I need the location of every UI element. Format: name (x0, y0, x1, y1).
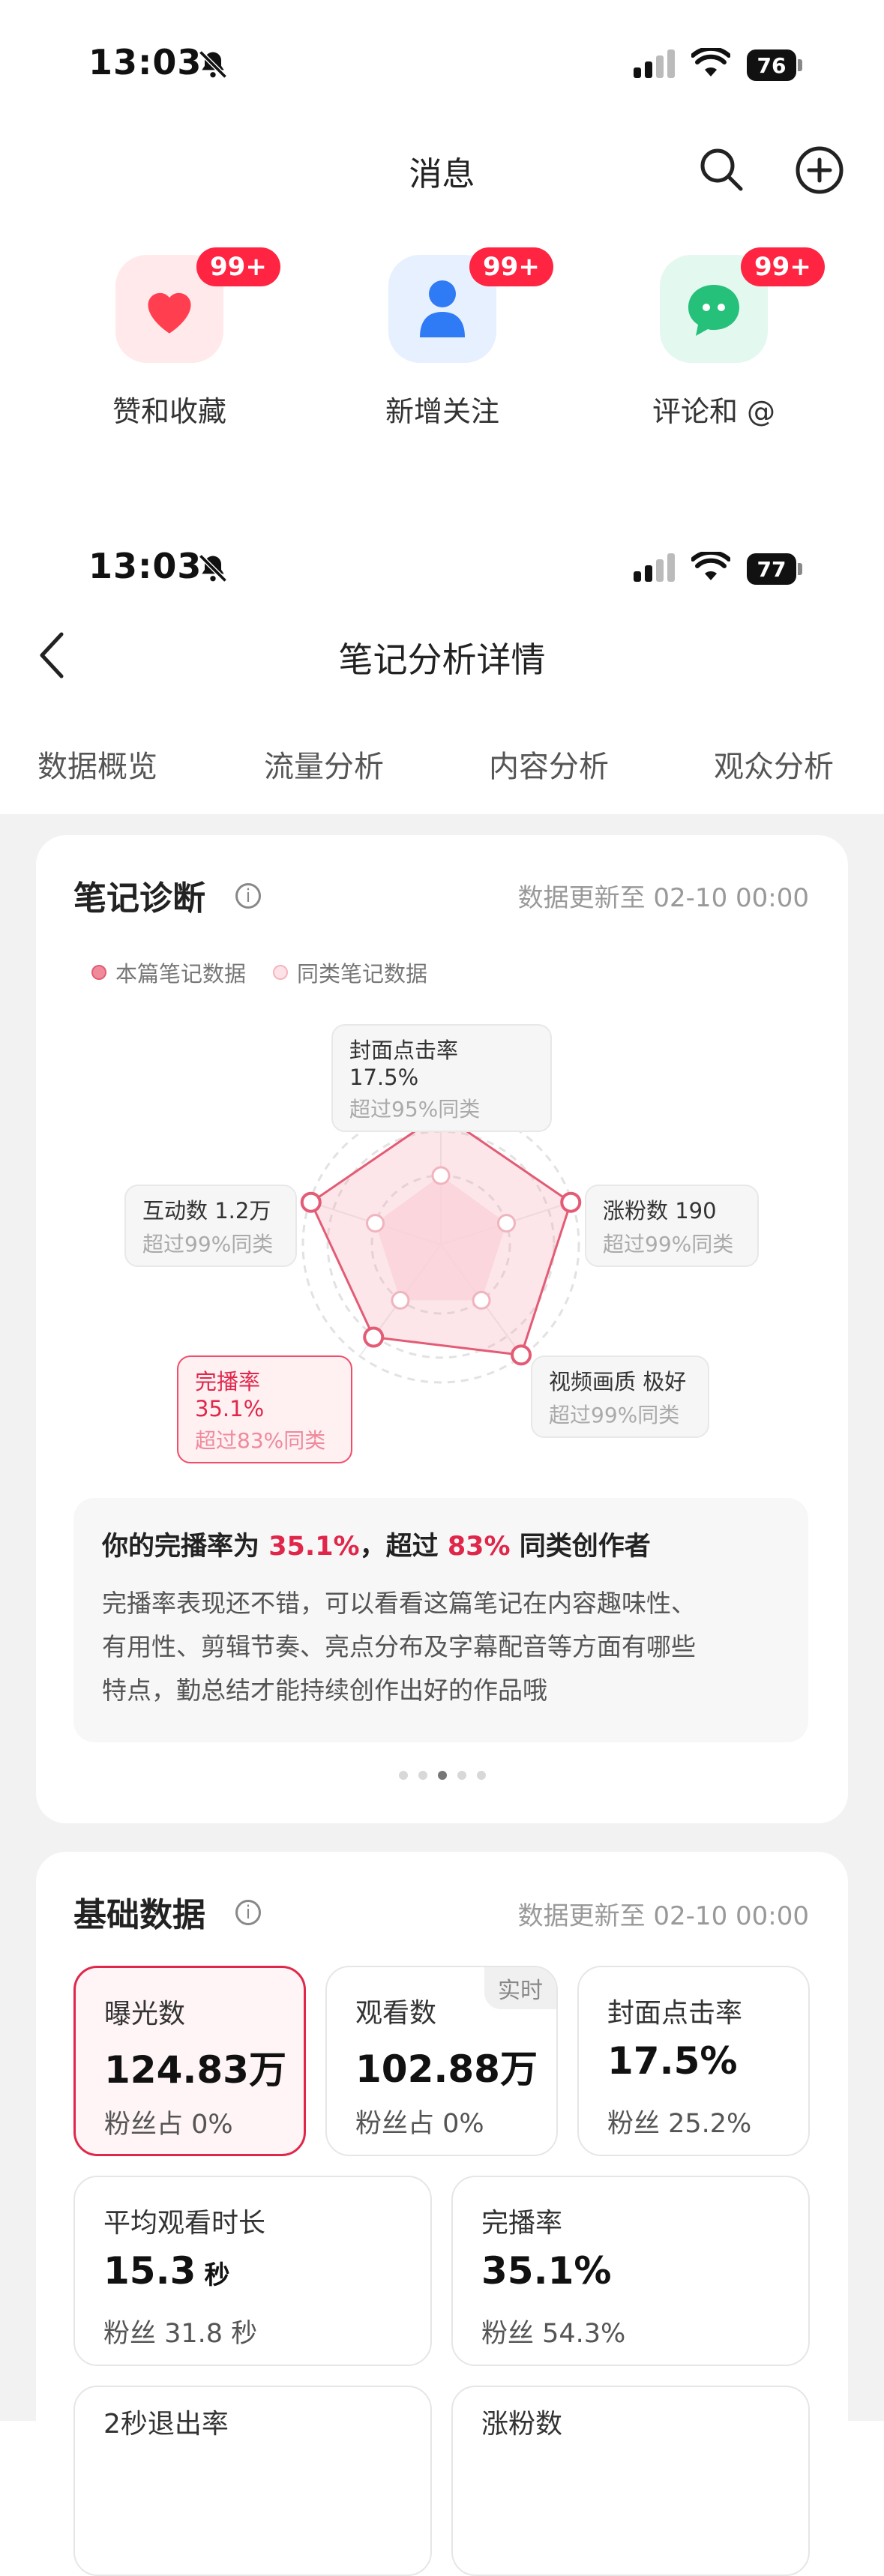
summary-rate: 35.1% (268, 1532, 360, 1562)
stat-name: 2秒退出率 (103, 2409, 229, 2440)
stat-sub: 粉丝占 0% (104, 2110, 233, 2140)
page-dot (418, 1771, 427, 1780)
radar-label-sub: 超过83%同类 (195, 1428, 326, 1453)
basic-data-updated: 数据更新至 02-10 00:00 (517, 1901, 809, 1931)
basic-data-title: 基础数据 (73, 1896, 205, 1934)
diagnosis-summary: 你的完播率为 35.1%，超过 83% 同类创作者 完播率表现还不错，可以看看这… (73, 1498, 808, 1742)
stat-value: 17.5% (607, 2039, 738, 2083)
summary-head-post: 同类创作者 (510, 1532, 651, 1562)
stat-sub: 粉丝 25.2% (607, 2109, 752, 2139)
stat-name: 完播率 (481, 2208, 563, 2239)
stat-name: 曝光数 (104, 1999, 186, 2029)
page-dot (457, 1771, 466, 1780)
radar-this-note-point (511, 1344, 532, 1366)
radar-this-note-point (560, 1191, 582, 1213)
stat-name: 涨粉数 (481, 2409, 563, 2440)
page-dot (477, 1771, 486, 1780)
stat-value-group: 15.3 秒 (103, 2249, 229, 2293)
summary-body: 完播率表现还不错，可以看看这篇笔记在内容趣味性、 有用性、剪辑节奏、亮点分布及字… (102, 1582, 696, 1712)
radar-this-note-point (363, 1326, 385, 1348)
radar-label-name: 涨粉数 190 (603, 1198, 717, 1224)
summary-line: 有用性、剪辑节奏、亮点分布及字幕配音等方面有哪些 (102, 1632, 696, 1661)
radar-label-interactions: 互动数 1.2万 超过99%同类 (124, 1185, 297, 1267)
stat-unit: 秒 (204, 2260, 230, 2290)
page-dot-active (438, 1771, 447, 1780)
radar-label-name: 视频画质 极好 (549, 1369, 687, 1394)
radar-label-video-quality: 视频画质 极好 超过99%同类 (531, 1355, 709, 1438)
stat-name: 封面点击率 (607, 1998, 743, 2029)
stat-completion-rate[interactable]: 完播率 35.1% 粉丝 54.3% (451, 2176, 810, 2366)
radar-label-cover-ctr: 封面点击率 17.5% 超过95%同类 (331, 1024, 552, 1132)
summary-line: 完播率表现还不错，可以看看这篇笔记在内容趣味性、 (102, 1589, 696, 1618)
radar-label-sub: 超过95%同类 (349, 1097, 481, 1122)
info-icon[interactable]: i (235, 1900, 261, 1925)
radar-peer-point (391, 1290, 410, 1310)
stat-views[interactable]: 实时 观看数 102.88万 粉丝占 0% (325, 1966, 558, 2156)
radar-label-followers: 涨粉数 190 超过99%同类 (585, 1185, 759, 1267)
stat-sub: 粉丝 54.3% (481, 2319, 626, 2349)
stat-value: 102.88万 (355, 2047, 538, 2091)
stat-new-followers[interactable]: 涨粉数 (451, 2386, 810, 2576)
summary-headline: 你的完播率为 35.1%，超过 83% 同类创作者 (102, 1525, 651, 1563)
radar-peer-point (496, 1214, 516, 1233)
stat-2s-exit-rate[interactable]: 2秒退出率 (73, 2386, 432, 2576)
summary-head-pre: 你的完播率为 (102, 1532, 269, 1562)
radar-label-name: 完播率 35.1% (195, 1369, 265, 1421)
stat-impressions[interactable]: 曝光数 124.83万 粉丝占 0% (73, 1966, 306, 2156)
stat-name: 观看数 (355, 1998, 437, 2029)
radar-peer-point (472, 1290, 491, 1310)
realtime-tag: 实时 (484, 1967, 556, 2009)
stat-sub: 粉丝 31.8 秒 (103, 2319, 258, 2349)
stat-sub: 粉丝占 0% (355, 2109, 484, 2139)
stat-avg-watch-time[interactable]: 平均观看时长 15.3 秒 粉丝 31.8 秒 (73, 2176, 432, 2366)
radar-label-sub: 超过99%同类 (549, 1403, 680, 1427)
stat-name: 平均观看时长 (103, 2208, 266, 2239)
radar-label-sub: 超过99%同类 (142, 1232, 274, 1257)
radar-label-name: 封面点击率 17.5% (349, 1038, 459, 1090)
summary-line: 特点，勤总结才能持续创作出好的作品哦 (102, 1676, 547, 1705)
page-dot (399, 1771, 408, 1780)
stat-value: 15.3 (103, 2249, 196, 2293)
summary-head-mid: ，超过 (359, 1532, 448, 1562)
summary-pct: 83% (447, 1532, 511, 1562)
radar-label-name: 互动数 1.2万 (142, 1198, 271, 1224)
radar-this-note-point (300, 1191, 322, 1213)
page-dots[interactable] (399, 1771, 486, 1780)
radar-label-completion[interactable]: 完播率 35.1% 超过83%同类 (177, 1355, 352, 1463)
stat-value: 124.83万 (104, 2048, 286, 2092)
stat-value: 35.1% (481, 2249, 612, 2293)
stat-cover-ctr[interactable]: 封面点击率 17.5% 粉丝 25.2% (577, 1966, 810, 2156)
radar-peer-point (366, 1214, 385, 1233)
radar-peer-point (431, 1166, 451, 1185)
radar-this-note-area (309, 1112, 573, 1357)
radar-label-sub: 超过99%同类 (603, 1232, 734, 1257)
